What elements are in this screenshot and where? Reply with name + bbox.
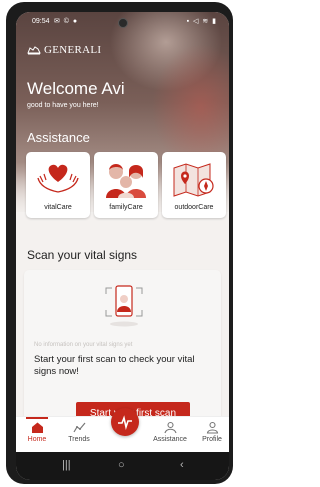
card-familycare[interactable]: familyCare <box>94 152 158 218</box>
nav-profile[interactable]: Profile <box>192 421 229 443</box>
nav-home[interactable]: Home <box>17 421 57 443</box>
brand-logo: GENERALI <box>27 44 101 56</box>
profile-icon <box>206 421 218 434</box>
family-icon <box>106 164 146 198</box>
card-label: familyCare <box>109 204 143 211</box>
camera-punch-hole <box>118 18 128 28</box>
home-button[interactable]: ○ <box>118 459 125 471</box>
card-vitalcare[interactable]: vitalCare <box>26 152 90 218</box>
heartbeat-icon <box>118 415 132 430</box>
card-label: vitalCare <box>44 204 72 211</box>
nav-trends[interactable]: Trends <box>59 421 99 443</box>
home-icon <box>31 422 43 433</box>
nav-label: Profile <box>202 436 222 443</box>
scan-card: No information on your vital signs yet S… <box>24 270 221 430</box>
system-status-icons: ▪ ◁ ≋ ▮ <box>186 18 217 25</box>
card-outdoorcare[interactable]: outdoorCare <box>162 152 226 218</box>
phone-frame: 09:54 ✉ © ● ▪ ◁ ≋ ▮ GENERALI Welcome Avi… <box>6 2 233 484</box>
assistance-cards: vitalCare familyCare outdoorCare <box>26 152 226 218</box>
welcome-heading: Welcome Avi <box>27 79 125 98</box>
no-info-text: No information on your vital signs yet <box>34 342 133 348</box>
scan-fab-button[interactable] <box>111 408 139 436</box>
card-label: outdoorCare <box>174 204 214 211</box>
welcome-subtitle: good to have you here! <box>27 102 99 109</box>
heart-hands-icon <box>37 164 79 193</box>
system-nav-bar: ||| ○ ‹ <box>16 452 229 480</box>
notification-icons: ✉ © ● <box>54 18 79 25</box>
nav-label: Trends <box>68 436 90 443</box>
trends-icon <box>72 422 85 433</box>
scan-cta-text: Start your first scan to check your vita… <box>34 354 195 377</box>
phone-scan-icon <box>105 285 143 327</box>
status-time: 09:54 <box>32 18 50 25</box>
assistance-heading: Assistance <box>27 130 90 145</box>
recents-button[interactable]: ||| <box>62 459 71 471</box>
scan-heading: Scan your vital signs <box>27 248 138 262</box>
nav-label: Home <box>27 436 47 443</box>
map-compass-icon <box>173 163 214 197</box>
nav-label: Assistance <box>153 436 187 443</box>
nav-assistance[interactable]: Assistance <box>150 421 190 443</box>
back-button[interactable]: ‹ <box>180 459 184 471</box>
brand-name: GENERALI <box>44 44 102 56</box>
active-tab-indicator <box>26 417 48 419</box>
assistance-icon <box>163 421 177 434</box>
lion-logo-icon <box>27 46 41 55</box>
app-screen: 09:54 ✉ © ● ▪ ◁ ≋ ▮ GENERALI Welcome Avi… <box>16 12 229 480</box>
